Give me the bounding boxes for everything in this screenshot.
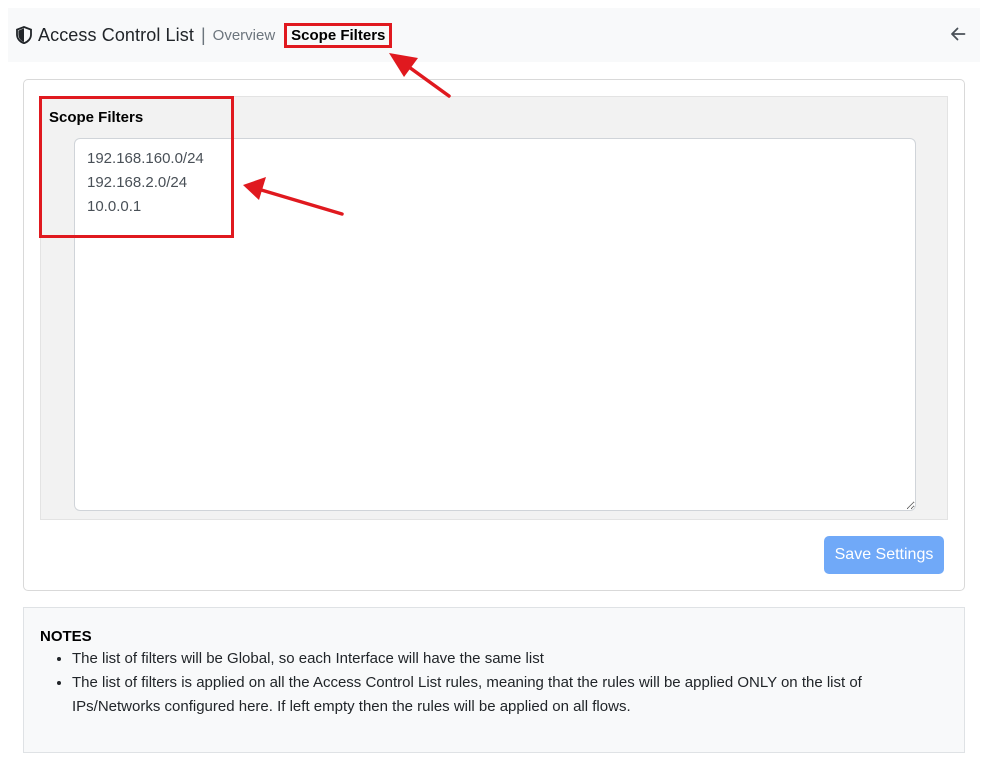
notes-panel: NOTES The list of filters will be Global…: [23, 607, 965, 753]
breadcrumb-scope-filters: Scope Filters: [291, 26, 386, 44]
shield-icon: [16, 26, 32, 44]
notes-item: The list of filters will be Global, so e…: [72, 647, 948, 671]
notes-list: The list of filters will be Global, so e…: [40, 647, 948, 719]
app-title: Access Control List: [38, 24, 194, 45]
breadcrumb-active-highlight: Scope Filters: [284, 22, 393, 48]
save-settings-button[interactable]: Save Settings: [824, 536, 944, 574]
scope-filters-form-group: Scope Filters 192.168.160.0/24 192.168.2…: [40, 96, 948, 520]
breadcrumb-overview-link[interactable]: Overview: [213, 27, 276, 44]
scope-filters-textarea[interactable]: 192.168.160.0/24 192.168.2.0/24 10.0.0.1: [74, 138, 916, 511]
breadcrumb-separator: |: [200, 24, 206, 45]
page-header: Access Control List | Overview Scope Fil…: [8, 8, 980, 62]
notes-item: The list of filters is applied on all th…: [72, 671, 948, 719]
arrow-left-icon[interactable]: [950, 26, 966, 42]
scope-filters-label: Scope Filters: [49, 109, 144, 126]
notes-title: NOTES: [40, 628, 92, 645]
page: Access Control List | Overview Scope Fil…: [0, 0, 988, 771]
settings-card: Scope Filters 192.168.160.0/24 192.168.2…: [23, 79, 965, 591]
